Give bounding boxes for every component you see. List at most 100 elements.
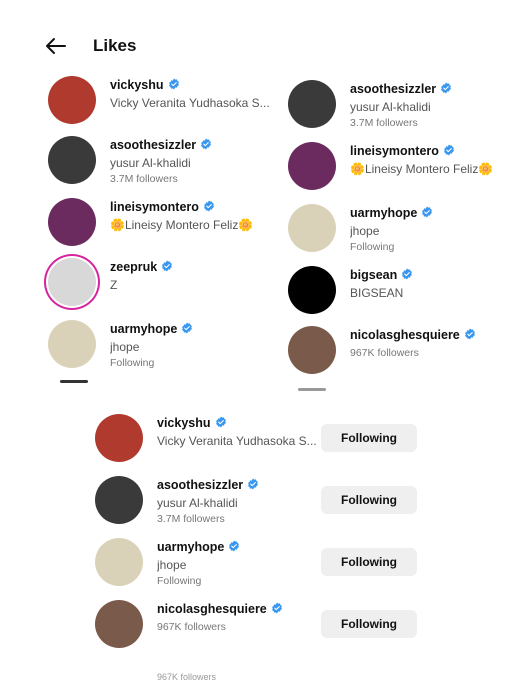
arrow-left-icon[interactable] [44,34,68,58]
user-meta: 967K followers [350,347,419,359]
user-row[interactable]: asoothesizzler yusur Al-khalidi 3.7M follo… [288,76,510,136]
verified-badge-icon [162,260,173,272]
user-row[interactable]: vickyshu Vicky Veranita Yudhasoka S... Fol… [95,410,425,470]
username-text[interactable]: asoothesizzler [157,478,243,492]
full-name: jhope [350,224,380,238]
username-text[interactable]: vickyshu [157,416,211,430]
username-text[interactable]: nicolasghesquiere [350,328,460,342]
user-row[interactable]: asoothesizzler yusur Al-khalidi 3.7M follo… [48,132,273,192]
avatar[interactable] [48,320,96,368]
username-text[interactable]: nicolasghesquiere [157,602,267,616]
avatar[interactable] [95,476,143,524]
user-meta: Following [110,357,155,369]
username[interactable]: asoothesizzler [110,138,212,152]
username[interactable]: bigsean [350,268,413,282]
following-button[interactable]: Following [321,486,417,514]
avatar[interactable] [95,414,143,462]
full-name: Vicky Veranita Yudhasoka S... [110,96,270,110]
user-row[interactable]: uarmyhope jhope Following Following [95,534,425,594]
username-text[interactable]: lineisymontero [110,200,199,214]
verified-badge-icon [402,268,413,280]
username-text[interactable]: uarmyhope [157,540,224,554]
user-meta: Following [350,241,395,253]
avatar[interactable] [288,142,336,190]
following-button[interactable]: Following [321,424,417,452]
username-text[interactable]: asoothesizzler [110,138,196,152]
username-text[interactable]: asoothesizzler [350,82,436,96]
avatar[interactable] [288,266,336,314]
verified-badge-icon [422,206,433,218]
username[interactable]: uarmyhope [157,540,240,554]
full-name: jhope [157,558,187,572]
avatar[interactable] [48,136,96,184]
user-row[interactable]: zeepruk Z [48,254,273,314]
scroll-peek-right [298,388,326,391]
verified-badge-icon [168,78,179,90]
full-name: 🌼Lineisy Montero Feliz🌼 [350,162,494,176]
verified-badge-icon [215,416,226,428]
verified-badge-icon [203,200,214,212]
page-title: Likes [93,36,137,55]
username[interactable]: nicolasghesquiere [350,328,476,342]
username-text[interactable]: lineisymontero [350,144,439,158]
verified-badge-icon [229,540,240,552]
user-row[interactable]: bigsean BIGSEAN [288,262,510,322]
user-row[interactable]: lineisymontero 🌼Lineisy Montero Feliz🌼 [288,138,510,198]
full-name: BIGSEAN [350,286,404,300]
user-row[interactable]: uarmyhope jhope Following [48,316,273,376]
user-meta: Following [157,575,202,587]
username[interactable]: asoothesizzler [157,478,259,492]
header: Likes [0,28,510,64]
username[interactable]: uarmyhope [110,322,193,336]
avatar[interactable] [95,538,143,586]
username[interactable]: uarmyhope [350,206,433,220]
avatar[interactable] [288,326,336,374]
avatar[interactable] [48,258,96,306]
user-meta: 3.7M followers [157,513,225,525]
username-text[interactable]: vickyshu [110,78,164,92]
avatar[interactable] [48,76,96,124]
username-text[interactable]: zeepruk [110,260,157,274]
peek-meta: 967K followers [157,672,217,682]
user-row[interactable]: vickyshu Vicky Veranita Yudhasoka S... [48,72,273,132]
username[interactable]: lineisymontero [350,144,455,158]
user-meta: 3.7M followers [350,117,418,129]
full-name: Vicky Veranita Yudhasoka S... [157,434,317,448]
verified-badge-icon [248,478,259,490]
full-name: Z [110,278,118,292]
user-row[interactable]: uarmyhope jhope Following [288,200,510,260]
user-meta: 3.7M followers [110,173,178,185]
username-text[interactable]: uarmyhope [110,322,177,336]
following-button[interactable]: Following [321,548,417,576]
scroll-peek-left [60,380,88,383]
avatar[interactable] [95,600,143,648]
user-row[interactable]: nicolasghesquiere 967K followers Following [95,596,425,656]
verified-badge-icon [441,82,452,94]
full-name: yusur Al-khalidi [157,496,238,510]
username[interactable]: lineisymontero [110,200,215,214]
user-meta: 967K followers [157,621,226,633]
username[interactable]: vickyshu [110,78,180,92]
following-button[interactable]: Following [321,610,417,638]
username[interactable]: asoothesizzler [350,82,452,96]
verified-badge-icon [201,138,212,150]
verified-badge-icon [443,144,454,156]
verified-badge-icon [271,602,282,614]
avatar[interactable] [288,204,336,252]
username-text[interactable]: bigsean [350,268,397,282]
avatar[interactable] [48,198,96,246]
full-name: jhope [110,340,140,354]
verified-badge-icon [464,328,475,340]
user-row[interactable]: nicolasghesquiere 967K followers [288,322,510,382]
username[interactable]: vickyshu [157,416,227,430]
avatar[interactable] [288,80,336,128]
full-name: 🌼Lineisy Montero Feliz🌼 [110,218,254,232]
user-row[interactable]: lineisymontero 🌼Lineisy Montero Feliz🌼 [48,194,273,254]
user-row[interactable]: asoothesizzler yusur Al-khalidi 3.7M follo… [95,472,425,532]
full-name: yusur Al-khalidi [350,100,431,114]
username[interactable]: zeepruk [110,260,173,274]
verified-badge-icon [182,322,193,334]
full-name: yusur Al-khalidi [110,156,191,170]
username[interactable]: nicolasghesquiere [157,602,283,616]
username-text[interactable]: uarmyhope [350,206,417,220]
